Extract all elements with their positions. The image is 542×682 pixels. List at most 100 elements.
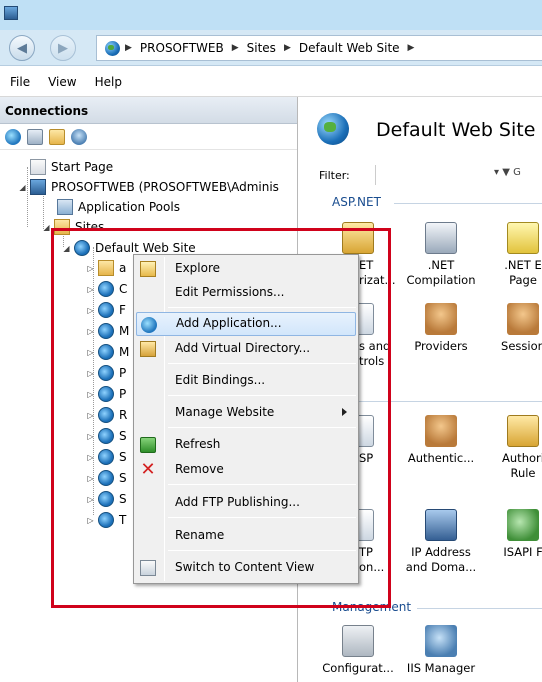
menu-item-edit-permissions[interactable]: Edit Permissions...	[136, 281, 356, 305]
expand-icon[interactable]: ▷	[86, 264, 95, 273]
add-application-icon	[141, 317, 157, 333]
tree-item-sites[interactable]: ◢ Sites	[42, 217, 104, 237]
tree-item-child[interactable]: ▷ S	[86, 468, 127, 488]
feature-session-state[interactable]: Session	[484, 303, 542, 354]
menu-item-remove[interactable]: ✕ Remove	[136, 458, 356, 482]
expand-icon[interactable]: ▷	[86, 495, 95, 504]
tree-item-child[interactable]: ▷ P	[86, 384, 126, 404]
config-editor-icon	[342, 625, 374, 657]
breadcrumb-item-sites[interactable]: Sites	[247, 41, 276, 55]
tree-item-child[interactable]: ▷ S	[86, 489, 127, 509]
tree-item-child[interactable]: ▷ S	[86, 447, 127, 467]
tree-item-label: P	[119, 387, 127, 401]
breadcrumb-item-site[interactable]: Default Web Site	[299, 41, 400, 55]
application-icon	[98, 470, 114, 486]
rules-lock-icon	[507, 415, 539, 447]
tree-item-child[interactable]: ▷ T	[86, 510, 126, 530]
application-icon	[98, 386, 114, 402]
submenu-arrow-icon	[342, 408, 347, 416]
tree-item-label: M	[119, 324, 130, 338]
menu-item-add-application[interactable]: Add Application...	[136, 312, 356, 336]
tree-item-child[interactable]: ▷ F	[86, 300, 126, 320]
expand-icon[interactable]: ▷	[86, 432, 95, 441]
chevron-right-icon[interactable]: ▶	[408, 43, 415, 53]
menu-item-add-virtual-directory[interactable]: Add Virtual Directory...	[136, 337, 356, 361]
expand-icon[interactable]: ▷	[86, 411, 95, 420]
menu-item-switch-to-content-view[interactable]: Switch to Content View	[136, 556, 356, 580]
expand-icon[interactable]: ▷	[86, 369, 95, 378]
tree-item-application-pools[interactable]: Application Pools	[57, 197, 180, 217]
menu-item-explore[interactable]: Explore	[136, 257, 356, 281]
save-icon[interactable]	[27, 128, 43, 145]
tree-item-child[interactable]: ▷ a	[86, 258, 126, 278]
feature-authorization-rules[interactable]: Authori Rule	[484, 415, 542, 481]
menu-item-label: Add Virtual Directory...	[175, 341, 311, 355]
application-icon	[98, 491, 114, 507]
feature-authentication[interactable]: Authentic...	[402, 415, 480, 466]
feature-label: Session	[501, 339, 542, 353]
connect-icon[interactable]	[5, 128, 21, 145]
tree-item-child[interactable]: ▷ C	[86, 279, 127, 299]
content-view-icon	[140, 560, 156, 576]
expand-icon[interactable]: ▷	[86, 348, 95, 357]
connections-toolbar	[0, 124, 297, 150]
menu-item-add-ftp-publishing[interactable]: Add FTP Publishing...	[136, 491, 356, 515]
breadcrumb-item-server[interactable]: PROSOFTWEB	[140, 41, 224, 55]
tree-item-start-page[interactable]: Start Page	[30, 157, 113, 177]
chevron-right-icon[interactable]: ▶	[125, 43, 132, 53]
expand-icon[interactable]: ▷	[86, 306, 95, 315]
tree-item-label: R	[119, 408, 128, 422]
refresh-icon	[140, 437, 156, 453]
feature-isapi-filters[interactable]: ISAPI F	[484, 509, 542, 560]
tree-item-child[interactable]: ▷ S	[86, 426, 127, 446]
menu-file[interactable]: File	[10, 75, 30, 89]
tree-item-label: S	[119, 450, 127, 464]
menu-item-refresh[interactable]: Refresh	[136, 433, 356, 457]
tree-item-child[interactable]: ▷ R	[86, 405, 127, 425]
sites-icon	[54, 219, 70, 235]
application-icon	[98, 344, 114, 360]
menu-item-label: Add Application...	[176, 316, 282, 330]
filter-go-label: G	[513, 167, 521, 178]
expand-icon[interactable]: ▷	[86, 390, 95, 399]
expand-icon[interactable]: ▷	[86, 516, 95, 525]
expand-icon[interactable]: ▷	[86, 327, 95, 336]
chevron-right-icon[interactable]: ▶	[284, 43, 291, 53]
menu-item-edit-bindings[interactable]: Edit Bindings...	[136, 369, 356, 393]
feature-iis-manager-permissions[interactable]: IIS Manager	[402, 625, 480, 676]
tree-item-child[interactable]: ▷ M	[86, 342, 129, 362]
feature-providers[interactable]: Providers	[402, 303, 480, 354]
server-icon	[30, 179, 46, 195]
back-button[interactable]: ◀	[9, 35, 35, 61]
tree-item-child[interactable]: ▷ M	[86, 321, 129, 341]
feature-label: Authentic...	[407, 451, 475, 465]
forward-button[interactable]: ▶	[50, 35, 76, 61]
menu-separator	[168, 427, 356, 428]
menu-item-label: Refresh	[175, 437, 221, 451]
feature-label: .NET Compilation	[406, 258, 476, 287]
tree-item-server[interactable]: ◢ PROSOFTWEB (PROSOFTWEB\Adminis	[18, 177, 279, 197]
up-folder-icon[interactable]	[49, 128, 65, 145]
application-icon	[98, 428, 114, 444]
chevron-right-icon[interactable]: ▶	[232, 43, 239, 53]
menu-view[interactable]: View	[48, 75, 76, 89]
feature-label: ISAPI F	[503, 545, 542, 559]
filter-go-button[interactable]: ▾ ▼ G	[494, 167, 521, 178]
expand-icon[interactable]: ▷	[86, 453, 95, 462]
menu-item-manage-website[interactable]: Manage Website	[136, 401, 356, 425]
disconnect-icon[interactable]	[71, 128, 87, 145]
feature-configuration-editor[interactable]: Configurat...	[319, 625, 397, 676]
tree-item-child[interactable]: ▷ P	[86, 363, 126, 383]
collapse-icon[interactable]: ◢	[62, 244, 71, 253]
collapse-icon[interactable]: ◢	[42, 223, 51, 232]
iis-app-icon	[4, 6, 18, 20]
feature-ip-address-domain[interactable]: IP Address and Doma...	[402, 509, 480, 575]
feature-net-error-pages[interactable]: .NET E Page	[484, 222, 542, 288]
collapse-icon[interactable]: ◢	[18, 183, 27, 192]
group-divider	[394, 203, 542, 204]
menu-item-rename[interactable]: Rename	[136, 524, 356, 548]
expand-icon[interactable]: ▷	[86, 474, 95, 483]
menu-help[interactable]: Help	[95, 75, 122, 89]
feature-net-compilation[interactable]: .NET Compilation	[402, 222, 480, 288]
expand-icon[interactable]: ▷	[86, 285, 95, 294]
